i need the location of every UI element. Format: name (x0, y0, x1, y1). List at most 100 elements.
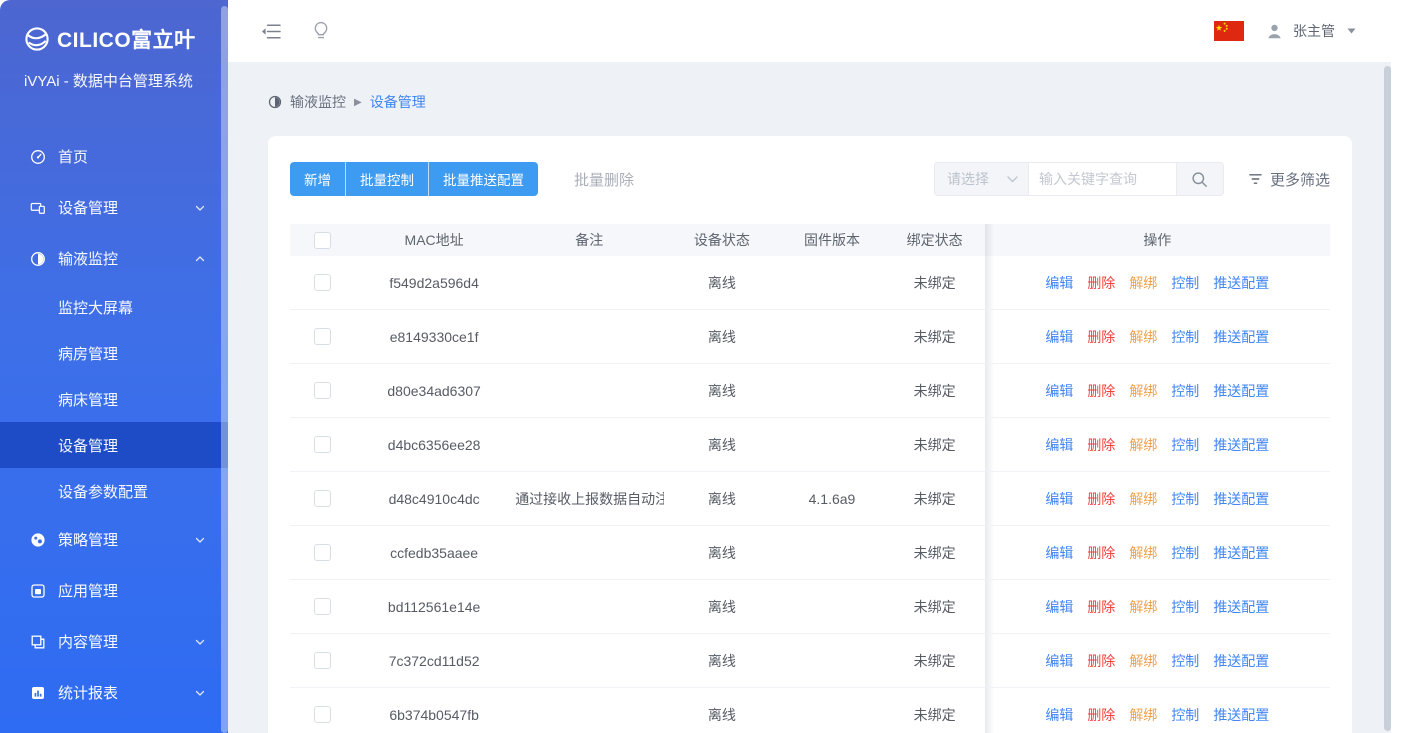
lightbulb-icon[interactable] (310, 20, 332, 42)
action-推送配置[interactable]: 推送配置 (1213, 381, 1269, 401)
mac-address-cell: d80e34ad6307 (354, 364, 514, 418)
firmware-cell (779, 364, 884, 418)
filter-select-value: 请选择 (947, 169, 989, 189)
action-控制[interactable]: 控制 (1171, 651, 1199, 671)
sidebar-item-设备管理[interactable]: 设备管理 (0, 182, 228, 233)
action-编辑[interactable]: 编辑 (1045, 543, 1073, 563)
action-解绑[interactable]: 解绑 (1129, 705, 1157, 725)
device-table-card: 新增批量控制批量推送配置 批量删除 请选择 (268, 136, 1352, 733)
china-flag-icon[interactable] (1214, 21, 1244, 41)
action-编辑[interactable]: 编辑 (1045, 273, 1073, 293)
search-icon (1191, 171, 1208, 188)
action-解绑[interactable]: 解绑 (1129, 381, 1157, 401)
action-删除[interactable]: 删除 (1087, 543, 1115, 563)
action-删除[interactable]: 删除 (1087, 705, 1115, 725)
action-解绑[interactable]: 解绑 (1129, 597, 1157, 617)
search-button[interactable] (1176, 162, 1224, 196)
row-checkbox[interactable] (314, 274, 331, 291)
sidebar-item-统计报表[interactable]: 统计报表 (0, 667, 228, 718)
action-解绑[interactable]: 解绑 (1129, 435, 1157, 455)
toolbar-search-area: 请选择 (934, 162, 1330, 196)
sidebar-item-策略管理[interactable]: 策略管理 (0, 514, 228, 565)
action-解绑[interactable]: 解绑 (1129, 543, 1157, 563)
action-推送配置[interactable]: 推送配置 (1213, 273, 1269, 293)
action-删除[interactable]: 删除 (1087, 273, 1115, 293)
sidebar-subitem-病床管理[interactable]: 病床管理 (0, 376, 228, 422)
action-控制[interactable]: 控制 (1171, 273, 1199, 293)
action-解绑[interactable]: 解绑 (1129, 327, 1157, 347)
row-checkbox[interactable] (314, 490, 331, 507)
action-删除[interactable]: 删除 (1087, 381, 1115, 401)
action-编辑[interactable]: 编辑 (1045, 489, 1073, 509)
action-控制[interactable]: 控制 (1171, 381, 1199, 401)
action-推送配置[interactable]: 推送配置 (1213, 543, 1269, 563)
action-删除[interactable]: 删除 (1087, 435, 1115, 455)
action-编辑[interactable]: 编辑 (1045, 435, 1073, 455)
toolbar-button-批量控制[interactable]: 批量控制 (345, 162, 428, 196)
search-input[interactable] (1028, 162, 1176, 196)
action-删除[interactable]: 删除 (1087, 327, 1115, 347)
row-checkbox[interactable] (314, 382, 331, 399)
menu-fold-icon[interactable] (260, 20, 282, 42)
action-推送配置[interactable]: 推送配置 (1213, 489, 1269, 509)
action-编辑[interactable]: 编辑 (1045, 597, 1073, 617)
sidebar-subitem-病房管理[interactable]: 病房管理 (0, 330, 228, 376)
action-删除[interactable]: 删除 (1087, 651, 1115, 671)
sidebar-subitem-设备管理[interactable]: 设备管理 (0, 422, 228, 468)
action-编辑[interactable]: 编辑 (1045, 651, 1073, 671)
action-解绑[interactable]: 解绑 (1129, 489, 1157, 509)
row-checkbox[interactable] (314, 598, 331, 615)
sidebar-item-首页[interactable]: 首页 (0, 131, 228, 182)
mac-address-cell: d48c4910c4dc (354, 472, 514, 526)
caret-down-icon[interactable] (1347, 28, 1356, 34)
sidebar-scrollbar[interactable] (221, 6, 228, 733)
action-解绑[interactable]: 解绑 (1129, 651, 1157, 671)
action-推送配置[interactable]: 推送配置 (1213, 435, 1269, 455)
sidebar-menu: 首页设备管理输液监控监控大屏幕病房管理病床管理设备管理设备参数配置策略管理应用管… (0, 131, 228, 718)
action-删除[interactable]: 删除 (1087, 489, 1115, 509)
row-checkbox[interactable] (314, 544, 331, 561)
action-编辑[interactable]: 编辑 (1045, 381, 1073, 401)
action-删除[interactable]: 删除 (1087, 597, 1115, 617)
action-推送配置[interactable]: 推送配置 (1213, 597, 1269, 617)
row-checkbox[interactable] (314, 652, 331, 669)
sidebar-item-label: 策略管理 (58, 529, 194, 550)
sidebar-subitem-监控大屏幕[interactable]: 监控大屏幕 (0, 284, 228, 330)
action-编辑[interactable]: 编辑 (1045, 705, 1073, 725)
sidebar-item-输液监控[interactable]: 输液监控 (0, 233, 228, 284)
action-控制[interactable]: 控制 (1171, 705, 1199, 725)
row-checkbox[interactable] (314, 436, 331, 453)
row-actions-cell: 编辑删除解绑控制推送配置 (985, 364, 1330, 418)
sidebar-item-应用管理[interactable]: 应用管理 (0, 565, 228, 616)
remark-cell (514, 418, 664, 472)
sidebar-item-内容管理[interactable]: 内容管理 (0, 616, 228, 667)
breadcrumb-current[interactable]: 设备管理 (370, 92, 426, 112)
action-控制[interactable]: 控制 (1171, 543, 1199, 563)
page-scrollbar[interactable] (1384, 66, 1391, 731)
more-filters-button[interactable]: 更多筛选 (1248, 169, 1330, 190)
action-解绑[interactable]: 解绑 (1129, 273, 1157, 293)
select-all-checkbox[interactable] (314, 232, 331, 249)
action-推送配置[interactable]: 推送配置 (1213, 327, 1269, 347)
table-row: d80e34ad6307离线未绑定编辑删除解绑控制推送配置 (290, 364, 1330, 418)
action-编辑[interactable]: 编辑 (1045, 327, 1073, 347)
toolbar-button-批量推送配置[interactable]: 批量推送配置 (428, 162, 538, 196)
chevron-down-icon (194, 534, 206, 546)
batch-delete-button[interactable]: 批量删除 (574, 169, 634, 190)
filter-select[interactable]: 请选择 (934, 162, 1028, 196)
row-checkbox[interactable] (314, 328, 331, 345)
row-checkbox[interactable] (314, 706, 331, 723)
user-name[interactable]: 张主管 (1293, 21, 1335, 41)
sidebar-subitem-设备参数配置[interactable]: 设备参数配置 (0, 468, 228, 514)
action-推送配置[interactable]: 推送配置 (1213, 705, 1269, 725)
action-控制[interactable]: 控制 (1171, 435, 1199, 455)
scrollbar-track (1391, 62, 1402, 733)
action-推送配置[interactable]: 推送配置 (1213, 651, 1269, 671)
device-status-cell: 离线 (664, 634, 779, 688)
action-控制[interactable]: 控制 (1171, 489, 1199, 509)
action-控制[interactable]: 控制 (1171, 597, 1199, 617)
binding-status-cell: 未绑定 (885, 526, 985, 580)
action-控制[interactable]: 控制 (1171, 327, 1199, 347)
toolbar-button-新增[interactable]: 新增 (290, 162, 345, 196)
remark-cell (514, 364, 664, 418)
